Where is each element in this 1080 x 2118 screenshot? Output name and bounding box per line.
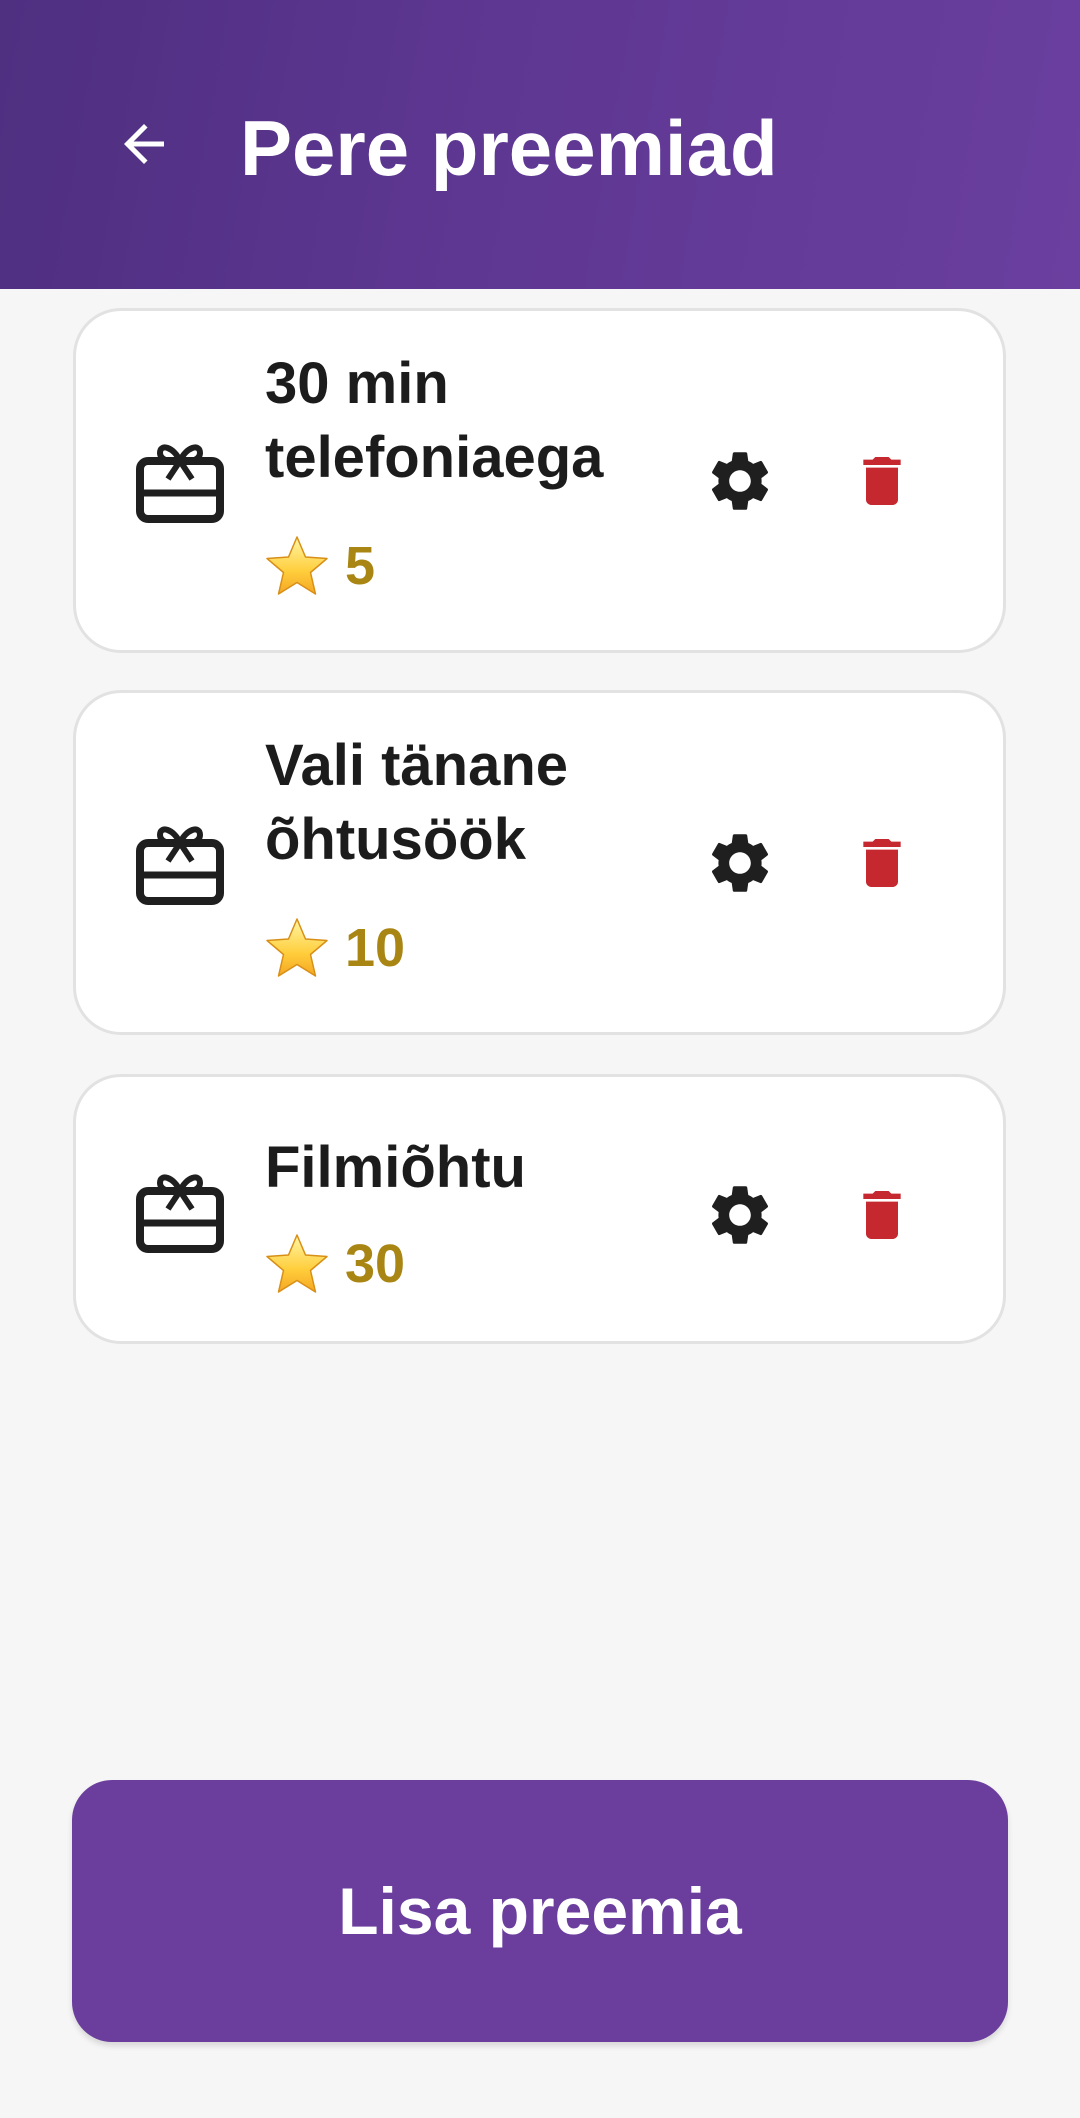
trash-icon xyxy=(863,1191,901,1239)
trash-icon xyxy=(863,839,901,887)
app-bar: Pere preemiad xyxy=(0,0,1080,289)
gear-icon xyxy=(711,1186,769,1244)
cost-value: 10 xyxy=(345,918,406,978)
gear-icon xyxy=(711,452,769,510)
reward-cost: 30 xyxy=(265,1229,405,1299)
add-reward-button[interactable]: Lisa preemia xyxy=(72,1780,1008,2042)
gift-card-icon xyxy=(136,444,224,523)
reward-card[interactable]: 30 min telefoniaega 5 xyxy=(73,308,1006,653)
arrow-left-icon xyxy=(124,124,164,164)
reward-cost: 10 xyxy=(265,913,405,983)
back-button[interactable] xyxy=(104,104,184,184)
trash-icon xyxy=(863,457,901,505)
add-reward-button-label: Lisa preemia xyxy=(338,1874,742,1948)
delete-button[interactable] xyxy=(842,441,922,521)
reward-title: 30 min telefoniaega xyxy=(265,351,604,490)
gear-icon xyxy=(711,834,769,892)
gift-card-icon xyxy=(136,1174,224,1253)
reward-card[interactable]: Filmiõhtu 30 xyxy=(73,1074,1006,1344)
reward-card[interactable]: Vali tänane õhtusöök 10 xyxy=(73,690,1006,1035)
settings-button[interactable] xyxy=(700,823,780,903)
cost-value: 30 xyxy=(345,1234,406,1294)
cost-value: 5 xyxy=(345,536,376,596)
page-title: Pere preemiad xyxy=(240,104,778,192)
delete-button[interactable] xyxy=(842,823,922,903)
delete-button[interactable] xyxy=(842,1175,922,1255)
reward-cost: 5 xyxy=(265,531,375,601)
reward-title: Filmiõhtu xyxy=(265,1135,526,1200)
reward-title: Vali tänane õhtusöök xyxy=(265,733,569,872)
star-icon xyxy=(266,1234,328,1293)
settings-button[interactable] xyxy=(700,1175,780,1255)
gift-card-icon xyxy=(136,826,224,905)
settings-button[interactable] xyxy=(700,441,780,521)
star-icon xyxy=(266,918,328,977)
star-icon xyxy=(266,536,328,595)
